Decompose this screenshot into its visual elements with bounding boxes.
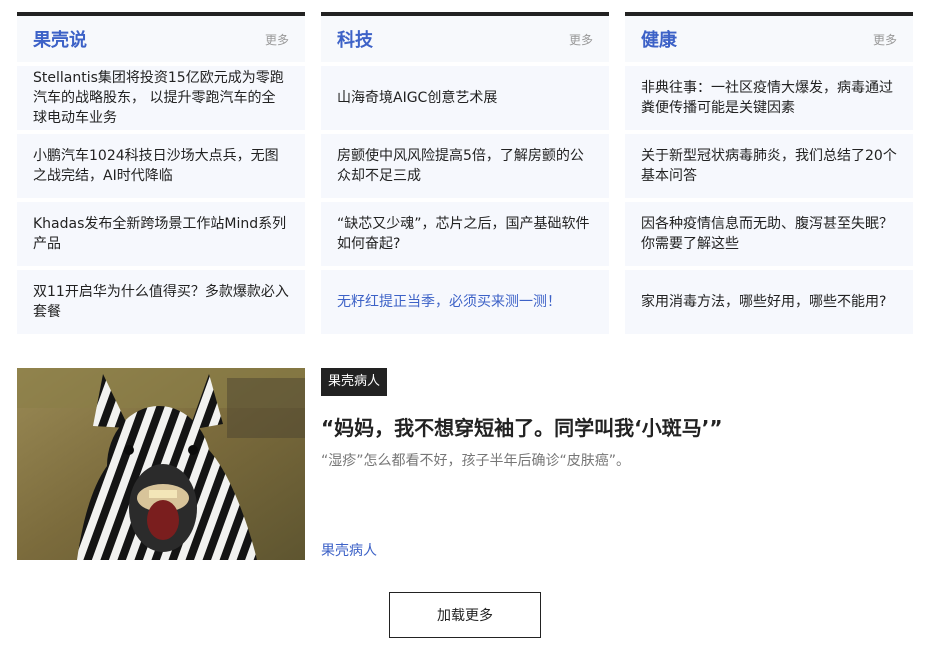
article-card: 果壳病人 “妈妈，我不想穿短袖了。同学叫我‘小斑马’” “湿疹”怎么都看不好，孩… bbox=[17, 368, 913, 560]
column-guokeshuo: 果壳说 更多 Stellantis集团将投资15亿欧元成为零跑汽车的战略股东， … bbox=[17, 12, 305, 334]
list-item[interactable]: 关于新型冠状病毒肺炎，我们总结了20个基本问答 bbox=[625, 134, 913, 198]
column-tech: 科技 更多 山海奇境AIGC创意艺术展 房颤使中风风险提高5倍，了解房颤的公众却… bbox=[321, 12, 609, 334]
column-title[interactable]: 果壳说 bbox=[33, 26, 87, 52]
load-more-button[interactable]: 加载更多 bbox=[389, 592, 541, 638]
list-item[interactable]: 因各种疫情信息而无助、腹泻甚至失眠？你需要了解这些 bbox=[625, 202, 913, 266]
list-item[interactable]: 家用消毒方法，哪些好用，哪些不能用? bbox=[625, 270, 913, 334]
zebra-image bbox=[17, 368, 305, 560]
column-header: 科技 更多 bbox=[321, 16, 609, 62]
column-header: 果壳说 更多 bbox=[17, 16, 305, 62]
column-header: 健康 更多 bbox=[625, 16, 913, 62]
more-link[interactable]: 更多 bbox=[569, 31, 593, 48]
column-title[interactable]: 健康 bbox=[641, 26, 677, 52]
list-item[interactable]: 小鹏汽车1024科技日沙场大点兵，无图之战完结，AI时代降临 bbox=[17, 134, 305, 198]
list-item[interactable]: Stellantis集团将投资15亿欧元成为零跑汽车的战略股东， 以提升零跑汽车… bbox=[17, 66, 305, 130]
column-health: 健康 更多 非典往事：一社区疫情大爆发，病毒通过粪便传播可能是关键因素 关于新型… bbox=[625, 12, 913, 334]
category-columns: 果壳说 更多 Stellantis集团将投资15亿欧元成为零跑汽车的战略股东， … bbox=[17, 12, 913, 334]
article-title[interactable]: “妈妈，我不想穿短袖了。同学叫我‘小斑马’” bbox=[321, 412, 722, 441]
more-link[interactable]: 更多 bbox=[265, 31, 289, 48]
list-item[interactable]: 无籽红提正当季，必须买来测一测！ bbox=[321, 270, 609, 334]
list-item[interactable]: 非典往事：一社区疫情大爆发，病毒通过粪便传播可能是关键因素 bbox=[625, 66, 913, 130]
article-tag[interactable]: 果壳病人 bbox=[321, 368, 388, 396]
article-description: “湿疹”怎么都看不好，孩子半年后确诊“皮肤癌”。 bbox=[321, 453, 631, 469]
column-title[interactable]: 科技 bbox=[337, 26, 373, 52]
list-item[interactable]: 双11开启华为什么值得买？多款爆款必入套餐 bbox=[17, 270, 305, 334]
article-source-link[interactable]: 果壳病人 bbox=[321, 540, 377, 560]
article-thumbnail[interactable] bbox=[17, 368, 305, 560]
more-link[interactable]: 更多 bbox=[873, 31, 897, 48]
list-item[interactable]: 山海奇境AIGC创意艺术展 bbox=[321, 66, 609, 130]
list-item[interactable]: 房颤使中风风险提高5倍，了解房颤的公众却不足三成 bbox=[321, 134, 609, 198]
list-item[interactable]: “缺芯又少魂”，芯片之后，国产基础软件如何奋起? bbox=[321, 202, 609, 266]
list-item[interactable]: Khadas发布全新跨场景工作站Mind系列产品 bbox=[17, 202, 305, 266]
